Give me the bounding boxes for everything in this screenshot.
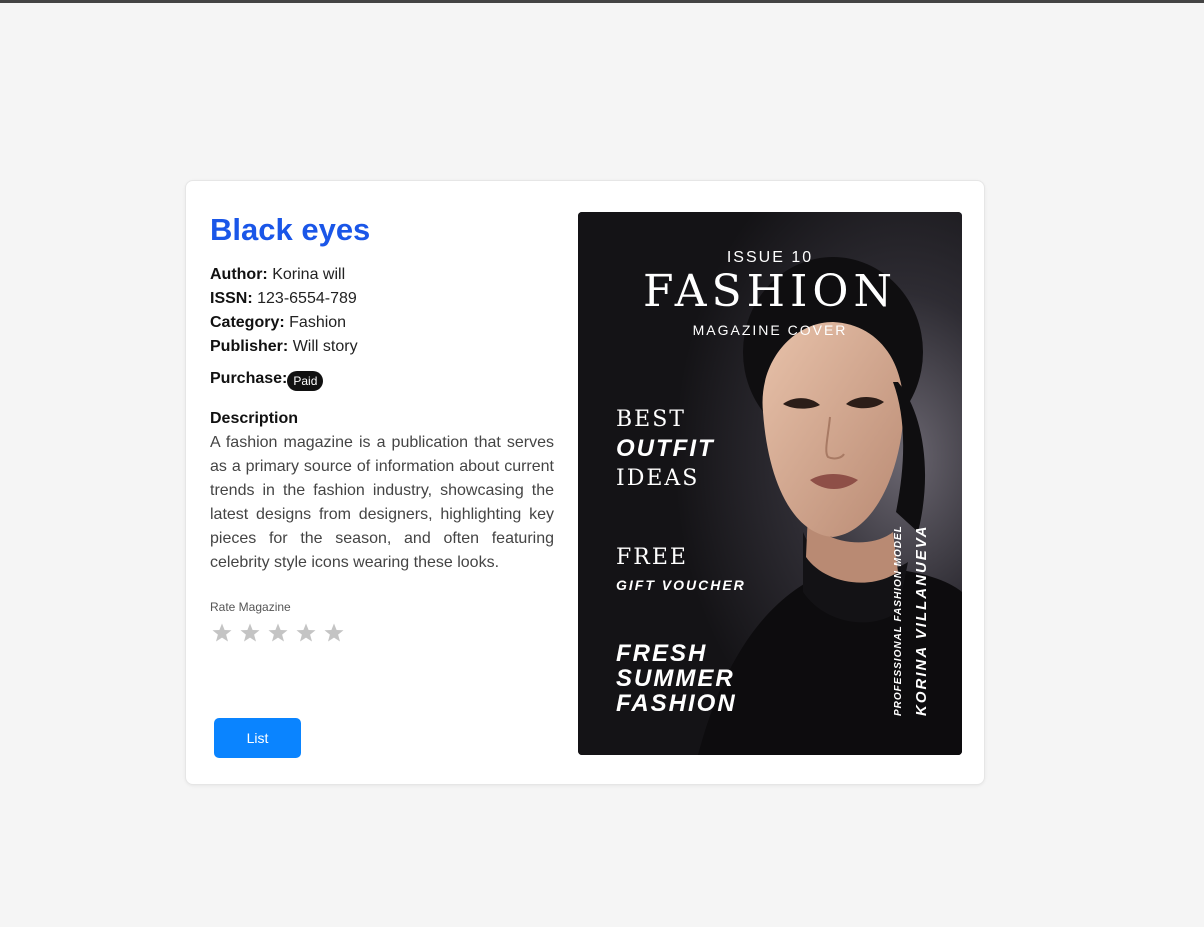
cover-line-voucher: GIFT VOUCHER bbox=[616, 577, 746, 593]
purchase-row: Purchase: Paid bbox=[210, 367, 554, 391]
cover-line-ideas: IDEAS bbox=[616, 466, 700, 491]
magazine-detail-card: Black eyes Author: Korina will ISSN: 123… bbox=[185, 180, 985, 785]
list-button[interactable]: List bbox=[214, 718, 301, 758]
top-bar bbox=[0, 0, 1204, 3]
issn-label: ISSN: bbox=[210, 290, 253, 307]
star-icon[interactable] bbox=[210, 621, 234, 645]
magazine-title: Black eyes bbox=[210, 212, 371, 247]
star-icon[interactable] bbox=[322, 621, 346, 645]
publisher-label: Publisher: bbox=[210, 338, 289, 355]
rate-label: Rate Magazine bbox=[210, 600, 291, 614]
category-value: Fashion bbox=[289, 314, 347, 331]
cover-line-best: BEST bbox=[616, 407, 686, 432]
purchase-label: Purchase: bbox=[210, 370, 288, 387]
cover-line-free: FREE bbox=[616, 545, 688, 570]
publisher-value: Will story bbox=[292, 338, 358, 355]
cover-line-fresh: FRESH bbox=[616, 640, 708, 667]
author-value: Korina will bbox=[272, 266, 346, 283]
cover-masthead-sub: MAGAZINE COVER bbox=[692, 322, 848, 338]
star-icon[interactable] bbox=[294, 621, 318, 645]
description-heading: Description bbox=[210, 410, 299, 427]
magazine-cover-image: ISSUE 10 FASHION MAGAZINE COVER BEST OUT… bbox=[578, 212, 962, 755]
cover-line-fashion: FASHION bbox=[616, 690, 737, 717]
issn-value: 123-6554-789 bbox=[257, 290, 357, 307]
cover-line-outfit: OUTFIT bbox=[616, 435, 715, 462]
cover-vertical-name: KORINA VILLANUEVA bbox=[913, 524, 930, 717]
star-rating bbox=[210, 621, 554, 645]
cover-issue: ISSUE 10 bbox=[726, 249, 814, 266]
author-row: Author: Korina will bbox=[210, 263, 554, 287]
star-icon[interactable] bbox=[238, 621, 262, 645]
cover-line-summer: SUMMER bbox=[616, 665, 735, 692]
magazine-info: Black eyes Author: Korina will ISSN: 123… bbox=[210, 211, 554, 645]
issn-row: ISSN: 123-6554-789 bbox=[210, 287, 554, 311]
purchase-badge: Paid bbox=[287, 371, 324, 391]
publisher-row: Publisher: Will story bbox=[210, 335, 554, 359]
category-row: Category: Fashion bbox=[210, 311, 554, 335]
star-icon[interactable] bbox=[266, 621, 290, 645]
author-label: Author: bbox=[210, 266, 268, 283]
cover-masthead: FASHION bbox=[643, 266, 897, 317]
description-text: A fashion magazine is a publication that… bbox=[210, 434, 554, 571]
cover-vertical-small: PROFESSIONAL FASHION MODEL bbox=[893, 525, 904, 716]
category-label: Category: bbox=[210, 314, 285, 331]
